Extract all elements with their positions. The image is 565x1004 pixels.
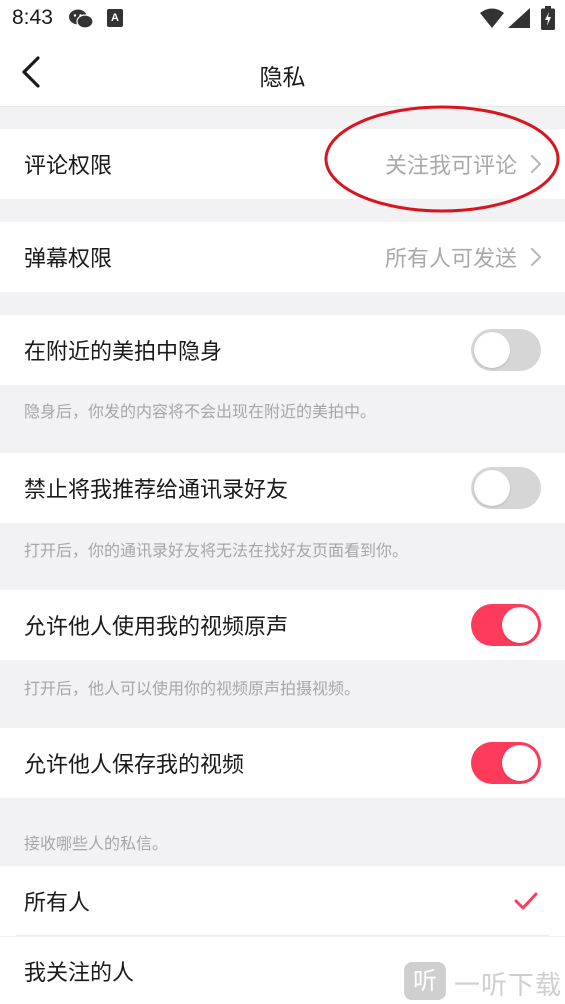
toggle-knob [502,607,538,643]
block-contacts-row: 禁止将我推荐给通讯录好友 [0,453,565,523]
comment-permission-row[interactable]: 评论权限 关注我可评论 [0,129,565,199]
hide-nearby-hint: 隐身后，你发的内容将不会出现在附近的美拍中。 [24,402,377,421]
hide-nearby-label: 在附近的美拍中隐身 [24,340,223,365]
hide-nearby-row: 在附近的美拍中隐身 [0,315,565,385]
allow-save-toggle[interactable] [471,742,541,784]
block-contacts-hint: 打开后，你的通讯录好友将无法在找好友页面看到你。 [24,541,409,560]
message-option-label: 所有人 [24,891,91,916]
nav-bar: 隐私 [0,38,565,107]
checkmark-icon [514,892,538,910]
block-contacts-toggle[interactable] [471,467,541,509]
chevron-right-icon [531,248,541,266]
watermark: 听 一听下载 [404,960,565,1004]
watermark-text: 一听下载 [454,971,563,1001]
comment-permission-value: 关注我可评论 [384,154,517,179]
signal-icon [508,8,530,28]
allow-save-row: 允许他人保存我的视频 [0,728,565,798]
allow-sound-toggle[interactable] [471,604,541,646]
danmaku-permission-row[interactable]: 弹幕权限 所有人可发送 [0,222,565,292]
status-bar: 8:43 A [0,0,565,38]
allow-sound-hint: 打开后，他人可以使用你的视频原声拍摄视频。 [24,679,361,698]
comment-permission-label: 评论权限 [24,154,113,179]
wifi-icon [480,8,504,28]
block-contacts-label: 禁止将我推荐给通讯录好友 [24,478,289,503]
toggle-knob [502,745,538,781]
status-time: 8:43 [12,6,53,29]
danmaku-permission-value: 所有人可发送 [384,247,517,272]
allow-sound-label: 允许他人使用我的视频原声 [24,615,289,640]
allow-save-label: 允许他人保存我的视频 [24,753,245,778]
message-option-label: 我关注的人 [24,960,135,986]
wechat-icon [69,9,94,29]
toggle-knob [474,332,510,368]
a-notification-icon: A [107,9,123,27]
messages-section-header: 接收哪些人的私信。 [24,834,169,853]
toggle-knob [474,470,510,506]
watermark-logo: 听 [404,962,446,1000]
allow-sound-row: 允许他人使用我的视频原声 [0,590,565,660]
danmaku-permission-label: 弹幕权限 [24,247,113,272]
message-option-all[interactable]: 所有人 [0,866,565,936]
chevron-right-icon [531,155,541,173]
battery-charging-icon [541,6,555,30]
hide-nearby-toggle[interactable] [471,329,541,371]
divider [16,935,549,936]
page-title: 隐私 [259,65,306,91]
